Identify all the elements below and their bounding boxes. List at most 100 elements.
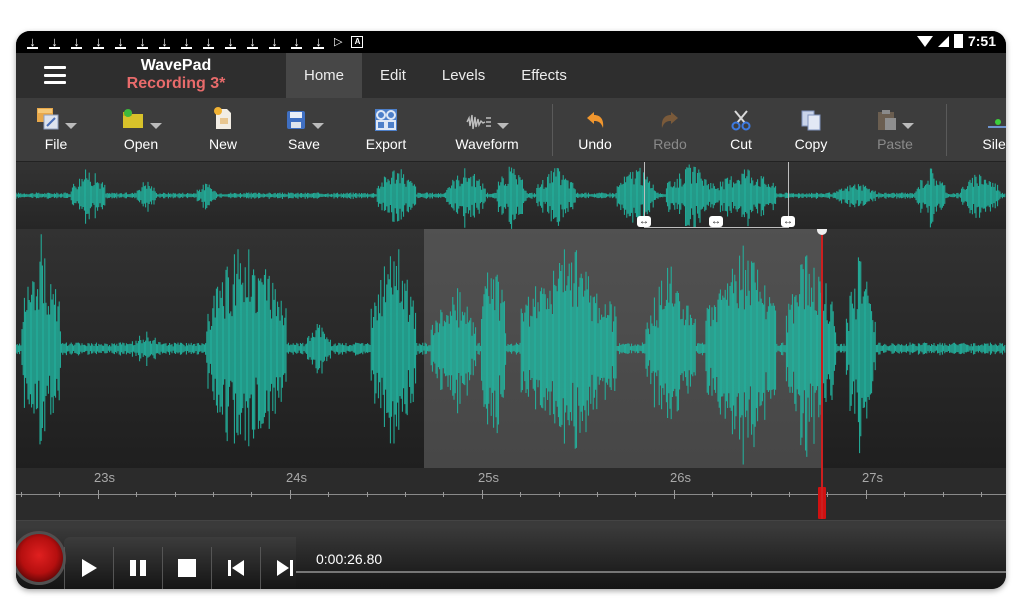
- chevron-down-icon: [497, 123, 509, 129]
- download-icon: ↓: [268, 34, 281, 49]
- file-button[interactable]: File: [34, 98, 78, 161]
- download-icon: ↓: [92, 34, 105, 49]
- playhead-line[interactable]: [821, 229, 823, 519]
- export-icon: [375, 109, 397, 131]
- redo-label: Redo: [653, 136, 687, 152]
- wifi-icon: [916, 35, 933, 47]
- timeline-tick: [750, 492, 752, 497]
- timeline-tick: [712, 492, 714, 497]
- paste-icon: [878, 110, 896, 130]
- timeline-tick: [97, 490, 99, 499]
- cut-button[interactable]: Cut: [726, 98, 756, 161]
- tab-effects[interactable]: Effects: [503, 53, 585, 98]
- waveform-label: Waveform: [455, 136, 519, 152]
- undo-button[interactable]: Undo: [578, 98, 612, 161]
- skip-to-start-button[interactable]: [211, 547, 260, 589]
- save-icon: [287, 111, 305, 129]
- timeline-tick: [597, 492, 598, 497]
- paste-label: Paste: [877, 136, 913, 152]
- scissors-icon: [731, 110, 751, 131]
- timeline-tick: [213, 492, 214, 497]
- timeline-ruler[interactable]: 23s 24s 25s 26s 27s: [16, 468, 1006, 520]
- pause-button[interactable]: [113, 547, 162, 589]
- timeline-tick: [520, 492, 522, 497]
- copy-button[interactable]: Copy: [794, 98, 828, 161]
- overview-waveform[interactable]: ↔ ↔ ↔: [16, 162, 1006, 229]
- download-icon: ↓: [158, 34, 171, 49]
- timeline-tick: [865, 490, 867, 499]
- tab-bar: Home Edit Levels Effects: [286, 53, 585, 98]
- timeline-axis: [16, 494, 1006, 495]
- open-button[interactable]: Open: [119, 98, 163, 161]
- copy-label: Copy: [794, 136, 828, 152]
- redo-button[interactable]: Redo: [653, 98, 687, 161]
- timeline-label: 27s: [862, 470, 883, 485]
- timeline-tick: [981, 492, 982, 497]
- play-icon: [82, 559, 97, 577]
- battery-icon: [953, 34, 963, 48]
- wavepad-app: ↓ ↓ ↓ ↓ ↓ ↓ ↓ ↓ ↓ ↓ ↓ ↓ ↓ ↓ ▷ A 7:51 WavePad Recording …: [16, 31, 1006, 589]
- a-icon: A: [351, 35, 364, 48]
- timeline-tick: [942, 492, 944, 497]
- menu-icon[interactable]: [44, 66, 66, 84]
- new-button[interactable]: New: [206, 98, 240, 161]
- timeline-tick: [59, 492, 61, 497]
- paste-button[interactable]: Paste: [873, 98, 917, 161]
- waveform-trace: [16, 234, 1006, 465]
- file-name: Recording 3*: [126, 75, 226, 92]
- play-button[interactable]: [64, 547, 113, 589]
- window-move-handle[interactable]: ↔: [709, 216, 723, 227]
- export-button[interactable]: Export: [366, 98, 406, 161]
- tab-edit[interactable]: Edit: [362, 53, 424, 98]
- redo-icon: [661, 112, 678, 128]
- download-icon: ↓: [224, 34, 237, 49]
- open-label: Open: [123, 136, 159, 152]
- timeline-tick: [136, 492, 138, 497]
- chevron-down-icon: [65, 123, 77, 129]
- timeline-tick: [366, 492, 368, 497]
- skip-to-end-icon: [277, 560, 293, 576]
- time-display: 0:00:26.80: [296, 543, 1006, 589]
- waveform-button[interactable]: Waveform: [455, 98, 519, 161]
- timeline-tick: [635, 492, 637, 497]
- download-icon: ↓: [290, 34, 303, 49]
- timeline-tick: [481, 490, 483, 499]
- download-icon: ↓: [180, 34, 193, 49]
- toolbar: File Open New Save Export Waveform Undo: [16, 98, 1006, 162]
- main-waveform-graphic: [16, 234, 1006, 465]
- save-button[interactable]: Save: [282, 98, 326, 161]
- app-name: WavePad: [140, 57, 212, 74]
- silence-label: Silen: [982, 136, 1006, 152]
- selection-start-handle[interactable]: ↔: [637, 216, 651, 227]
- transport-bar: 0:00:26.80: [16, 527, 1006, 589]
- cell-signal-icon: [937, 35, 949, 47]
- skip-to-start-icon: [228, 560, 244, 576]
- timeline-label: 23s: [94, 470, 115, 485]
- waveform-icon: [466, 114, 491, 130]
- new-file-icon: [214, 107, 231, 129]
- main-waveform[interactable]: [16, 229, 1006, 468]
- toolbar-divider: [552, 104, 553, 156]
- notification-icons: ↓ ↓ ↓ ↓ ↓ ↓ ↓ ↓ ↓ ↓ ↓ ↓ ↓ ↓ ▷ A: [26, 34, 364, 49]
- download-icon: ↓: [70, 34, 83, 49]
- clock: 7:51: [967, 33, 996, 49]
- open-folder-icon: [123, 109, 143, 128]
- tab-levels[interactable]: Levels: [424, 53, 503, 98]
- timeline-tick: [405, 492, 406, 497]
- time-display-divider: [296, 571, 1006, 573]
- timeline-label: 25s: [478, 470, 499, 485]
- play-store-icon: ▷: [334, 36, 343, 48]
- download-icon: ↓: [246, 34, 259, 49]
- chevron-down-icon: [312, 123, 324, 129]
- tab-home[interactable]: Home: [286, 53, 363, 98]
- file-icon: [37, 108, 59, 130]
- record-button[interactable]: [16, 531, 66, 585]
- stop-icon: [178, 559, 196, 577]
- timeline-tick: [289, 490, 291, 499]
- stop-button[interactable]: [162, 547, 211, 589]
- selection-end-handle[interactable]: ↔: [781, 216, 795, 227]
- new-label: New: [208, 136, 237, 152]
- toolbar-divider: [946, 104, 947, 156]
- silence-button[interactable]: Silen: [978, 98, 1006, 161]
- timeline-tick: [174, 492, 176, 497]
